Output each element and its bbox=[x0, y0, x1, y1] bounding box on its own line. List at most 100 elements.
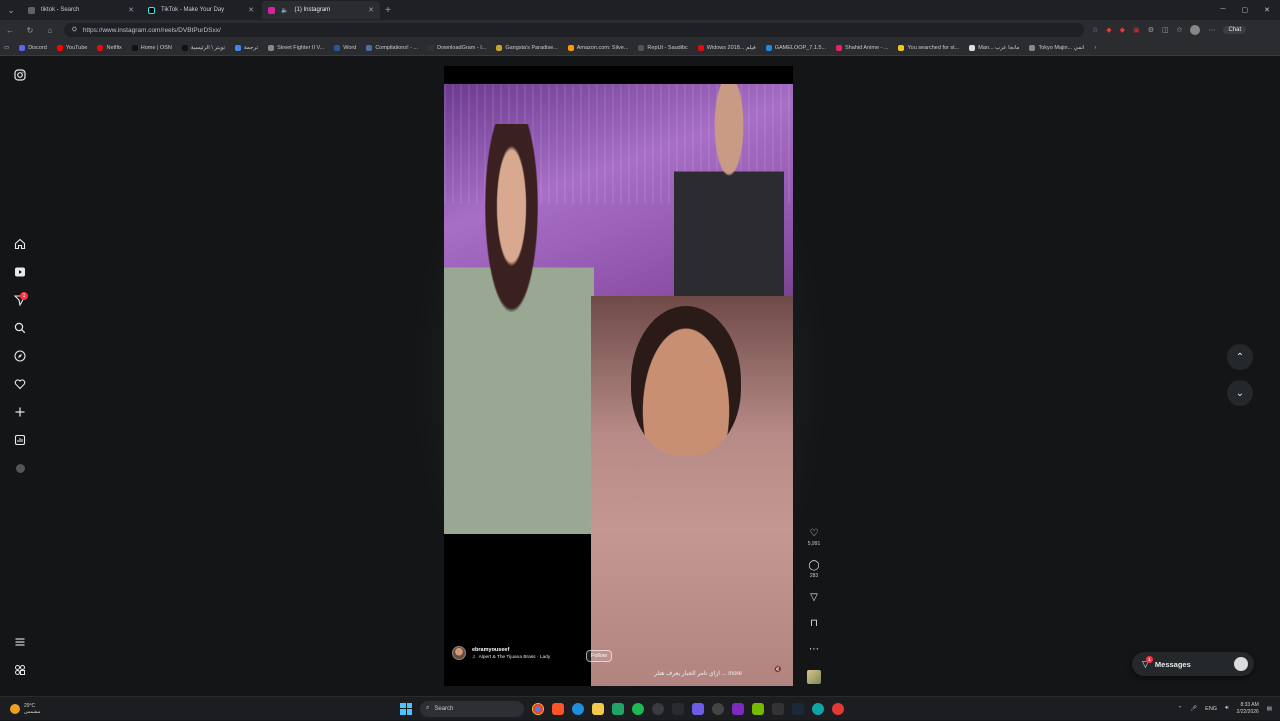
instagram-logo-icon[interactable] bbox=[13, 68, 27, 82]
profile-avatar[interactable] bbox=[1190, 25, 1201, 35]
close-window-button[interactable]: ✕ bbox=[1264, 6, 1270, 14]
url-field[interactable]: ⛭ https://www.instagram.com/reels/DVBtPu… bbox=[64, 23, 1084, 37]
bookmark-item[interactable]: YouTube bbox=[56, 44, 87, 51]
copilot-chat-button[interactable]: Chat bbox=[1223, 26, 1247, 34]
bookmark-item[interactable]: Word bbox=[334, 44, 356, 51]
edge-dev-icon[interactable] bbox=[572, 702, 584, 715]
app-icon[interactable] bbox=[772, 702, 784, 715]
app-icon[interactable] bbox=[692, 702, 704, 715]
more-menu-icon[interactable]: ⋯ bbox=[1208, 26, 1215, 34]
tab-tiktok-search[interactable]: tiktok - Search ✕ bbox=[22, 1, 140, 19]
comment-action[interactable]: ◯ 283 bbox=[804, 560, 824, 579]
explore-compass-icon[interactable] bbox=[13, 349, 27, 363]
file-explorer-icon[interactable] bbox=[592, 702, 604, 715]
maximize-button[interactable]: ▢ bbox=[1242, 6, 1249, 14]
more-options-icon[interactable]: ⋯ bbox=[809, 644, 819, 656]
brave-app-icon[interactable] bbox=[552, 702, 564, 715]
bookmark-item[interactable]: ترجمة bbox=[234, 44, 258, 51]
app-icon[interactable] bbox=[672, 702, 684, 715]
bookmark-item[interactable]: Tokyo Majin... انمي bbox=[1029, 44, 1084, 51]
minimize-button[interactable]: ─ bbox=[1221, 6, 1226, 14]
reel-audio[interactable]: ♫ Alpert & The Tijuana Brass · Lady bbox=[472, 655, 550, 660]
follow-button[interactable]: Follow bbox=[586, 650, 612, 662]
reel-caption[interactable]: ازاي تامر الجبار يعرف هتلر ... more bbox=[654, 670, 742, 677]
bookmark-item[interactable]: Shahid Anime - ... bbox=[836, 44, 888, 51]
volume-icon[interactable]: 🔊︎ bbox=[1225, 705, 1228, 712]
edge-app-icon[interactable] bbox=[812, 702, 824, 715]
save-action[interactable]: ⊓ bbox=[804, 618, 824, 630]
extension-icon[interactable]: ◆ bbox=[1106, 26, 1111, 34]
more-menu-icon[interactable] bbox=[13, 635, 27, 649]
bookmark-icon[interactable]: ⊓ bbox=[810, 618, 818, 630]
favorites-icon[interactable]: ✩ bbox=[1177, 26, 1183, 34]
audio-thumbnail[interactable] bbox=[807, 670, 821, 684]
bookmark-item[interactable]: GAMELOOP_7.1.5... bbox=[765, 44, 826, 51]
extensions-puzzle-icon[interactable]: ⚙ bbox=[1148, 26, 1154, 34]
bookmark-item[interactable]: Gangsta's Paradise... bbox=[496, 44, 558, 51]
create-plus-icon[interactable] bbox=[13, 405, 27, 419]
weather-widget[interactable]: 29°C مشمس bbox=[0, 703, 40, 715]
bookmark-item[interactable]: Compilations! - ... bbox=[366, 44, 418, 51]
previous-reel-button[interactable]: ⌃ bbox=[1227, 344, 1253, 370]
bookmark-item[interactable]: Home | OSN bbox=[131, 44, 172, 51]
tray-overflow-icon[interactable]: ⌃ bbox=[1178, 706, 1183, 712]
spotify-app-icon[interactable] bbox=[632, 702, 644, 715]
comment-icon[interactable]: ◯ bbox=[808, 560, 819, 572]
author-username[interactable]: ebramyouseef bbox=[472, 647, 550, 653]
start-windows-icon[interactable] bbox=[400, 702, 412, 715]
nvidia-app-icon[interactable] bbox=[752, 702, 764, 715]
tab-tiktok[interactable]: TikTok - Make Your Day ✕ bbox=[142, 1, 260, 19]
close-tab-icon[interactable]: ✕ bbox=[368, 6, 374, 14]
home-icon[interactable]: ⌂ bbox=[44, 26, 56, 35]
back-icon[interactable]: ← bbox=[4, 26, 16, 35]
author-avatar[interactable] bbox=[452, 646, 466, 660]
microphone-icon[interactable]: 🎤︎ bbox=[1190, 706, 1197, 712]
tab-instagram[interactable]: 🔈 (1) Instagram ✕ bbox=[262, 1, 380, 19]
taskbar-search[interactable]: ⌕ Search bbox=[420, 700, 524, 717]
close-tab-icon[interactable]: ✕ bbox=[248, 6, 254, 14]
app-icon[interactable] bbox=[712, 702, 724, 715]
bookmark-item[interactable]: Street Fighter II V... bbox=[268, 44, 324, 51]
profile-avatar-icon[interactable] bbox=[13, 461, 27, 475]
favorite-star-icon[interactable]: ☆ bbox=[1092, 26, 1098, 34]
bookmark-item[interactable]: تويتر \ الرئيسية bbox=[181, 44, 225, 51]
bookmark-item[interactable]: You searched for st... bbox=[898, 44, 959, 51]
reels-icon[interactable] bbox=[13, 265, 27, 279]
mute-icon[interactable]: 🔇 bbox=[774, 666, 781, 673]
reel-video[interactable]: ebramyouseef ♫ Alpert & The Tijuana Bras… bbox=[444, 66, 793, 686]
bookmark-item[interactable]: DownloadGram - I... bbox=[428, 44, 486, 51]
close-tab-icon[interactable]: ✕ bbox=[128, 6, 134, 14]
like-heart-icon[interactable]: ♡ bbox=[810, 528, 819, 540]
excel-app-icon[interactable] bbox=[612, 702, 624, 715]
share-icon[interactable]: ▽ bbox=[810, 592, 818, 604]
search-icon[interactable] bbox=[13, 321, 27, 335]
chrome-app-icon[interactable] bbox=[532, 702, 544, 715]
bookmark-item[interactable]: Netflix bbox=[97, 44, 122, 51]
app-icon[interactable] bbox=[652, 702, 664, 715]
new-tab-button[interactable]: + bbox=[380, 5, 396, 16]
site-info-icon[interactable]: ⛭ bbox=[72, 27, 77, 34]
messages-button[interactable]: ▽ 1 Messages bbox=[1132, 652, 1254, 676]
also-from-meta-icon[interactable] bbox=[13, 663, 27, 677]
share-action[interactable]: ▽ bbox=[804, 592, 824, 604]
reload-icon[interactable]: ↻ bbox=[24, 26, 36, 35]
extension-icon[interactable]: ▣ bbox=[1133, 26, 1140, 34]
notifications-heart-icon[interactable] bbox=[13, 377, 27, 391]
clock[interactable]: 8:33 AM 2/22/2026 bbox=[1237, 702, 1259, 716]
more-options[interactable]: ⋯ bbox=[804, 644, 824, 656]
language-indicator[interactable]: ENG bbox=[1205, 706, 1217, 712]
split-screen-icon[interactable]: ◫ bbox=[1162, 26, 1169, 34]
like-action[interactable]: ♡ 5,991 bbox=[804, 528, 824, 547]
dashboard-icon[interactable] bbox=[13, 433, 27, 447]
bookmark-item[interactable]: Discord bbox=[19, 44, 47, 51]
bookmark-item[interactable]: Widows 2018... فيلم bbox=[697, 44, 756, 51]
bookmarks-overflow-icon[interactable]: › bbox=[1094, 45, 1096, 51]
home-icon[interactable] bbox=[13, 237, 27, 251]
extension-icon[interactable]: ◆ bbox=[1120, 26, 1125, 34]
app-icon[interactable] bbox=[732, 702, 744, 715]
bookmarks-menu-icon[interactable]: ▭ bbox=[4, 45, 9, 51]
bookmark-item[interactable]: RepUt - Saudibc bbox=[638, 44, 688, 51]
next-reel-button[interactable]: ⌄ bbox=[1227, 380, 1253, 406]
bookmark-item[interactable]: Amazon.com: Silve... bbox=[567, 44, 628, 51]
notifications-icon[interactable]: ▤ bbox=[1267, 706, 1272, 712]
